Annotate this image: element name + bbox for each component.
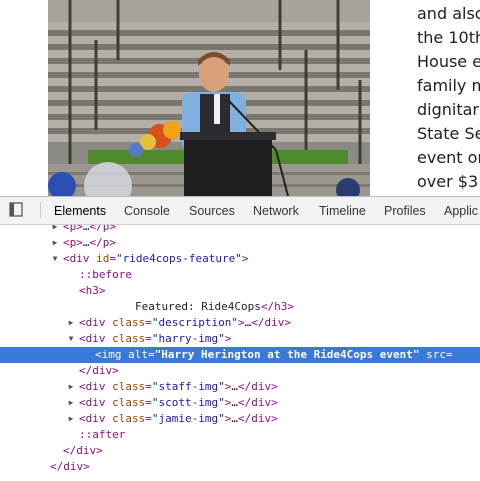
dom-node-p[interactable]: ▶ <p>…</p>: [0, 225, 480, 235]
article-text-line: event or: [417, 148, 480, 167]
dom-node-img-selected[interactable]: <img alt="Harry Herington at the Ride4Co…: [0, 347, 480, 363]
expand-triangle-icon[interactable]: ▶: [66, 379, 76, 395]
tab-sources[interactable]: Sources: [189, 197, 235, 224]
expand-triangle-icon[interactable]: ▶: [66, 411, 76, 427]
dom-node-feature-close[interactable]: </div>: [0, 443, 480, 459]
devtools-panel: Elements Console Sources Network Timelin…: [0, 196, 480, 481]
dom-node-description[interactable]: ▶ <div class="description">…</div>: [0, 315, 480, 331]
dom-node-ride4cops-feature[interactable]: ▼ <div id="ride4cops-feature">: [0, 251, 480, 267]
tab-network[interactable]: Network: [253, 197, 299, 224]
article-text-line: the 10th: [417, 28, 480, 47]
article-text-column: and also the 10th House e family m digni…: [417, 2, 480, 194]
expand-triangle-icon[interactable]: ▶: [50, 225, 60, 235]
devtools-toolbar: Elements Console Sources Network Timelin…: [0, 197, 480, 225]
dom-node-harry-img-close[interactable]: </div>: [0, 363, 480, 379]
tab-timeline[interactable]: Timeline: [319, 197, 366, 224]
dom-node-after[interactable]: ::after: [0, 427, 480, 443]
dom-node-before[interactable]: ::before: [0, 267, 480, 283]
tab-console[interactable]: Console: [124, 197, 170, 224]
tab-profiles[interactable]: Profiles: [384, 197, 426, 224]
article-text-line: House e: [417, 52, 480, 71]
dom-node-h3-text[interactable]: Featured: Ride4Cops</h3>: [0, 299, 480, 315]
tab-elements[interactable]: Elements: [54, 197, 106, 224]
dom-node-h3[interactable]: <h3>: [0, 283, 480, 299]
dom-tree: ▶ <p>…</p> ▶ <p>…</p> ▼ <div id="ride4co…: [0, 225, 480, 481]
article-text-line: over $3: [417, 172, 479, 191]
dom-node-p[interactable]: ▶ <p>…</p>: [0, 235, 480, 251]
dom-node-staff-img[interactable]: ▶ <div class="staff-img">…</div>: [0, 379, 480, 395]
article-text-line: dignitar: [417, 100, 479, 119]
dom-node-outer-close[interactable]: </div>: [0, 459, 480, 475]
web-page: and also the 10th House e family m digni…: [0, 0, 480, 196]
dom-node-jamie-img[interactable]: ▶ <div class="jamie-img">…</div>: [0, 411, 480, 427]
article-text-line: and also: [417, 4, 480, 23]
dock-side-icon[interactable]: [9, 202, 23, 217]
collapse-triangle-icon[interactable]: ▼: [66, 331, 76, 347]
article-text-line: family m: [417, 76, 480, 95]
collapse-triangle-icon[interactable]: ▼: [50, 251, 60, 267]
ride4cops-photo: [48, 0, 370, 196]
expand-triangle-icon[interactable]: ▶: [66, 315, 76, 331]
tab-application[interactable]: Applic: [444, 197, 478, 224]
dom-node-harry-img[interactable]: ▼ <div class="harry-img">: [0, 331, 480, 347]
article-text-line: State Se: [417, 124, 480, 143]
expand-triangle-icon[interactable]: ▶: [66, 395, 76, 411]
dom-node-scott-img[interactable]: ▶ <div class="scott-img">…</div>: [0, 395, 480, 411]
expand-triangle-icon[interactable]: ▶: [50, 235, 60, 251]
toolbar-divider: [40, 202, 41, 219]
